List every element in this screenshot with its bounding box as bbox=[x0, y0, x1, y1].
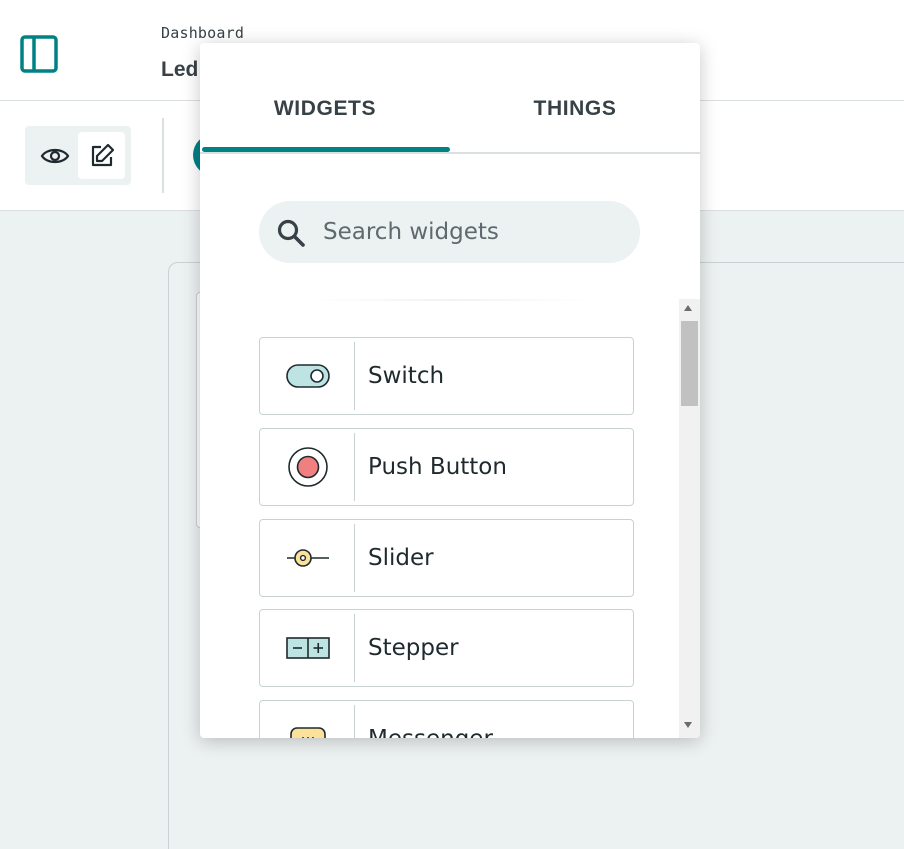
widget-separator bbox=[354, 614, 355, 682]
switch-icon bbox=[260, 338, 355, 414]
search-icon bbox=[277, 219, 305, 247]
widget-label: Messenger bbox=[368, 701, 493, 738]
widget-label: Slider bbox=[368, 545, 434, 571]
edit-pencil-icon bbox=[91, 143, 114, 166]
widget-list-scrollbar[interactable] bbox=[679, 299, 700, 738]
widget-label: Stepper bbox=[368, 635, 459, 661]
widget-item-switch[interactable]: Switch bbox=[259, 337, 634, 415]
search-input[interactable] bbox=[323, 201, 623, 263]
push-button-icon bbox=[260, 429, 355, 505]
messenger-icon bbox=[260, 701, 355, 738]
widget-list: Switch Push Button Slider Stepper bbox=[200, 299, 679, 738]
view-mode-button[interactable] bbox=[31, 132, 78, 179]
page-title: Led bbox=[161, 58, 199, 81]
widget-item-slider[interactable]: Slider bbox=[259, 519, 634, 597]
widget-label: Push Button bbox=[368, 454, 507, 480]
widget-label: Switch bbox=[368, 363, 445, 389]
popup-tabs: WIDGETS THINGS bbox=[200, 43, 700, 154]
scrollbar-thumb[interactable] bbox=[681, 321, 698, 406]
widget-separator bbox=[354, 524, 355, 592]
mode-toggle bbox=[25, 126, 131, 185]
stepper-icon bbox=[260, 610, 355, 686]
active-tab-indicator bbox=[202, 147, 450, 152]
scroll-down-arrow-icon[interactable] bbox=[684, 722, 692, 728]
widget-separator bbox=[354, 433, 355, 501]
widget-separator bbox=[354, 342, 355, 410]
scroll-up-arrow-icon[interactable] bbox=[684, 305, 692, 311]
eye-icon bbox=[40, 148, 69, 163]
breadcrumb[interactable]: Dashboard bbox=[161, 24, 244, 42]
search-box bbox=[259, 201, 640, 263]
widget-item-messenger[interactable]: Messenger bbox=[259, 700, 634, 738]
widget-separator bbox=[354, 705, 355, 738]
widget-item-push-button[interactable]: Push Button bbox=[259, 428, 634, 506]
sidebar-panel-icon[interactable] bbox=[20, 35, 58, 73]
widget-item-stepper[interactable]: Stepper bbox=[259, 609, 634, 687]
tab-widgets[interactable]: WIDGETS bbox=[200, 97, 450, 121]
slider-icon bbox=[260, 520, 355, 596]
toolbar-divider bbox=[162, 118, 164, 193]
widget-picker-popup: WIDGETS THINGS Switch bbox=[200, 43, 700, 738]
edit-mode-button[interactable] bbox=[78, 132, 125, 179]
tab-things[interactable]: THINGS bbox=[450, 97, 700, 121]
